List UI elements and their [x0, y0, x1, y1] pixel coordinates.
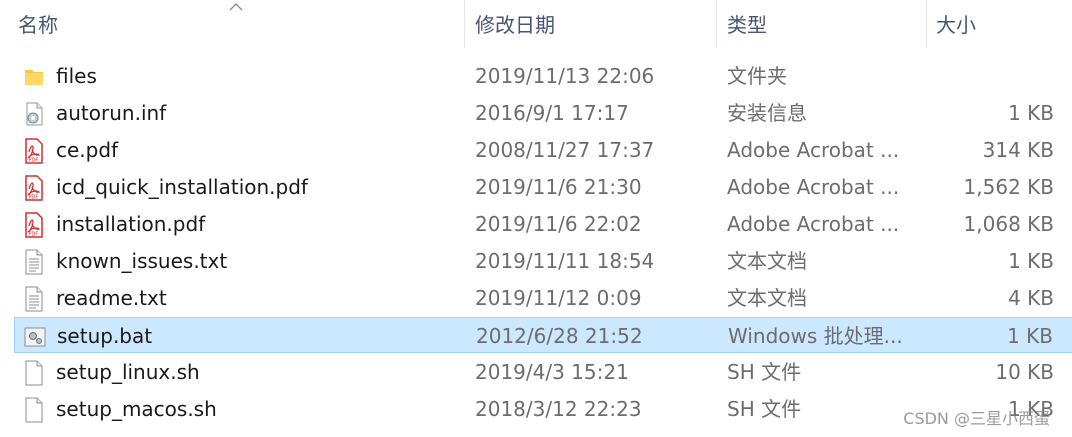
- file-date: 2019/11/13 22:06: [475, 64, 655, 88]
- file-type: SH 文件: [727, 360, 802, 384]
- file-type: Adobe Acrobat ...: [727, 175, 900, 199]
- file-type: SH 文件: [727, 397, 802, 421]
- file-type: Adobe Acrobat ...: [727, 138, 900, 162]
- file-date: 2019/11/12 0:09: [475, 286, 642, 310]
- file-row[interactable]: PDF installation.pdf 2019/11/6 22:02 Adobe …: [14, 206, 1072, 242]
- blank-file-icon: [22, 360, 46, 386]
- file-name: setup_linux.sh: [56, 360, 200, 384]
- svg-text:PDF: PDF: [29, 158, 39, 164]
- column-header-date[interactable]: 修改日期: [475, 0, 555, 48]
- column-header-bar: 名称 修改日期 类型 大小: [0, 0, 1072, 48]
- file-date: 2012/6/28 21:52: [476, 324, 643, 348]
- text-file-icon: [22, 286, 46, 312]
- svg-text:PDF: PDF: [29, 195, 39, 201]
- file-date: 2019/11/6 22:02: [475, 212, 642, 236]
- file-size: 1 KB: [1007, 324, 1053, 348]
- column-header-type[interactable]: 类型: [727, 0, 767, 48]
- file-type: 安装信息: [727, 101, 807, 125]
- column-header-name[interactable]: 名称: [18, 0, 58, 48]
- text-file-icon: [22, 249, 46, 275]
- file-date: 2016/9/1 17:17: [475, 101, 629, 125]
- file-row[interactable]: autorun.inf 2016/9/1 17:17 安装信息 1 KB: [14, 95, 1072, 131]
- pdf-icon: PDF: [22, 175, 46, 201]
- column-divider[interactable]: [464, 0, 465, 48]
- file-name: known_issues.txt: [56, 249, 228, 273]
- file-date: 2018/3/12 22:23: [475, 397, 642, 421]
- file-size: 1,562 KB: [963, 175, 1054, 199]
- file-name: readme.txt: [56, 286, 167, 310]
- svg-text:PDF: PDF: [29, 232, 39, 238]
- file-size: 1 KB: [1008, 249, 1054, 273]
- file-row[interactable]: files 2019/11/13 22:06 文件夹: [14, 58, 1072, 94]
- column-divider[interactable]: [716, 0, 717, 48]
- file-name: icd_quick_installation.pdf: [56, 175, 308, 199]
- file-type: 文件夹: [727, 64, 787, 88]
- file-row[interactable]: setup.bat 2012/6/28 21:52 Windows 批处理... 1 …: [14, 317, 1072, 353]
- file-name: setup.bat: [57, 324, 153, 348]
- file-size: 1,068 KB: [963, 212, 1054, 236]
- file-size: 10 KB: [995, 360, 1054, 384]
- file-type: 文本文档: [727, 249, 807, 273]
- file-name: autorun.inf: [56, 101, 167, 125]
- column-header-size[interactable]: 大小: [936, 0, 976, 48]
- pdf-icon: PDF: [22, 138, 46, 164]
- file-type: Windows 批处理...: [728, 324, 903, 348]
- folder-icon: [22, 64, 46, 90]
- file-size: 1 KB: [1008, 101, 1054, 125]
- file-row[interactable]: known_issues.txt 2019/11/11 18:54 文本文档 1 KB: [14, 243, 1072, 279]
- file-row[interactable]: PDF icd_quick_installation.pdf 2019/11/6 2…: [14, 169, 1072, 205]
- blank-file-icon: [22, 397, 46, 423]
- file-type: 文本文档: [727, 286, 807, 310]
- file-row[interactable]: readme.txt 2019/11/12 0:09 文本文档 4 KB: [14, 280, 1072, 316]
- file-date: 2019/4/3 15:21: [475, 360, 629, 384]
- file-size: 4 KB: [1008, 286, 1054, 310]
- file-size: 314 KB: [982, 138, 1054, 162]
- file-date: 2008/11/27 17:37: [475, 138, 655, 162]
- batch-file-icon: [23, 324, 47, 350]
- sort-ascending-icon: [229, 3, 243, 11]
- file-date: 2019/11/11 18:54: [475, 249, 655, 273]
- file-name: ce.pdf: [56, 138, 119, 162]
- file-name: installation.pdf: [56, 212, 206, 236]
- setup-info-icon: [22, 101, 46, 127]
- file-name: files: [56, 64, 97, 88]
- file-row[interactable]: PDF ce.pdf 2008/11/27 17:37 Adobe Acrobat .…: [14, 132, 1072, 168]
- pdf-icon: PDF: [22, 212, 46, 238]
- column-divider[interactable]: [926, 0, 927, 48]
- file-type: Adobe Acrobat ...: [727, 212, 900, 236]
- file-name: setup_macos.sh: [56, 397, 217, 421]
- file-date: 2019/11/6 21:30: [475, 175, 642, 199]
- file-row[interactable]: setup_linux.sh 2019/4/3 15:21 SH 文件 10 KB: [14, 354, 1072, 390]
- watermark: CSDN @三星小西蛋: [903, 409, 1050, 428]
